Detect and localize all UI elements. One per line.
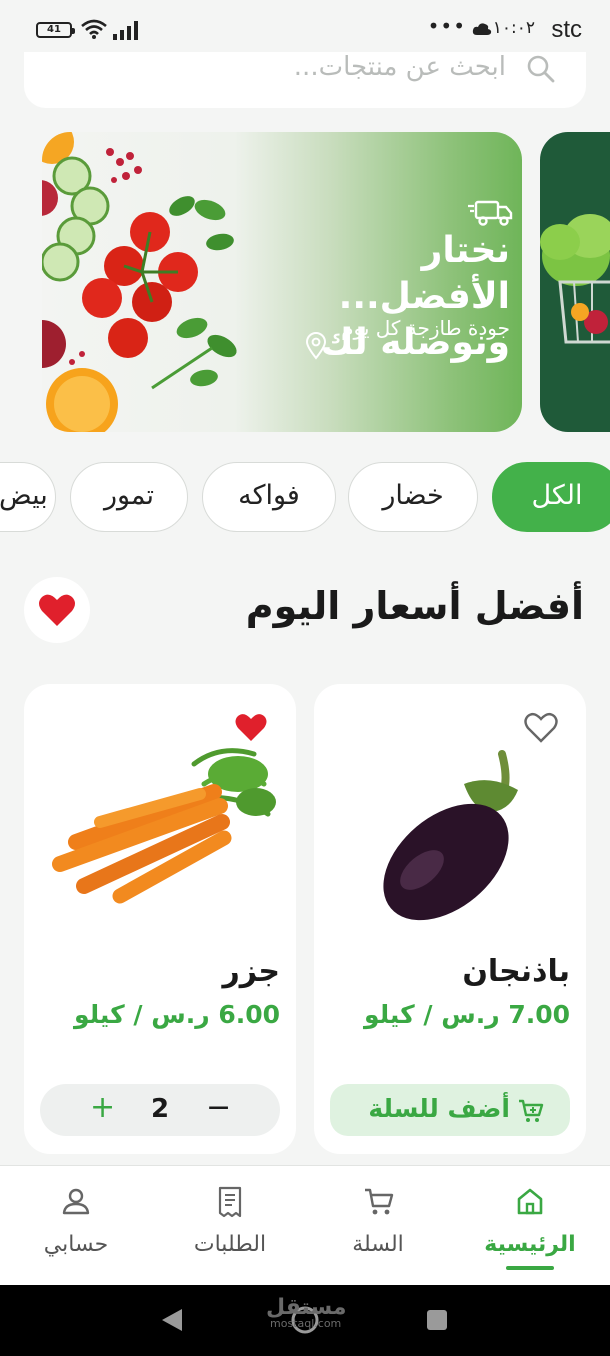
quantity-stepper: + 2 − — [40, 1084, 280, 1136]
category-chip-fruits[interactable]: فواكه — [202, 462, 336, 532]
delivery-truck-icon — [468, 200, 513, 226]
nav-home-label: الرئيسية — [484, 1232, 576, 1257]
vegetables-image — [42, 132, 237, 432]
signal-icon — [113, 21, 138, 40]
system-nav-bar: مستقل mostaql.com — [0, 1285, 610, 1356]
nav-profile-label: حسابي — [43, 1232, 109, 1257]
carrot-image — [52, 748, 276, 904]
cloud-icon — [472, 23, 492, 35]
search-icon — [527, 55, 555, 83]
product-card-carrot[interactable]: جزر 6.00 ر.س / كيلو + 2 − — [24, 684, 296, 1154]
cart-icon — [519, 1099, 544, 1122]
increase-button[interactable]: + — [90, 1090, 115, 1125]
product-card-eggplant[interactable]: باذنجان 7.00 ر.س / كيلو أضف للسلة — [314, 684, 586, 1154]
search-input[interactable]: ابحث عن منتجات... — [294, 52, 506, 82]
category-chips: الكل خضار فواكه تمور بيض — [0, 462, 610, 534]
carrier-name: stc — [551, 16, 582, 43]
heart-icon — [39, 594, 75, 626]
quantity-value: 2 — [150, 1094, 170, 1124]
promo-banner[interactable]: نختار الأفضل... ونوصله لك جودة طازجة كل … — [42, 132, 522, 432]
nav-cart-label: السلة — [352, 1232, 404, 1257]
lettuce-basket-image — [540, 214, 610, 344]
home-icon — [517, 1188, 543, 1215]
watermark-sub: mostaql.com — [270, 1317, 342, 1330]
add-to-cart-label: أضف للسلة — [368, 1094, 510, 1123]
bottom-nav: الرئيسية السلة الطلبات حسابي — [0, 1165, 610, 1285]
category-chip-eggs[interactable]: بيض — [0, 462, 56, 532]
decrease-button[interactable]: − — [206, 1090, 231, 1125]
eggplant-image — [383, 750, 518, 921]
promo-banner-next[interactable] — [540, 132, 610, 432]
back-icon[interactable] — [160, 1307, 184, 1333]
status-dots: ••• — [427, 14, 466, 38]
profile-icon — [62, 1188, 90, 1215]
nav-cart[interactable]: السلة — [302, 1166, 454, 1286]
nav-orders[interactable]: الطلبات — [154, 1166, 306, 1286]
category-chip-all[interactable]: الكل — [492, 462, 610, 532]
product-price: 7.00 ر.س / كيلو — [364, 1000, 570, 1029]
nav-profile[interactable]: حسابي — [0, 1166, 152, 1286]
cart-icon — [365, 1188, 394, 1215]
recents-icon[interactable] — [426, 1309, 448, 1331]
product-name: باذنجان — [462, 954, 570, 989]
favorites-button[interactable] — [24, 577, 90, 643]
location-pin-icon — [305, 332, 327, 360]
search-bar[interactable]: ابحث عن منتجات... — [24, 52, 586, 108]
status-time: ١٠:٠٢ — [492, 18, 535, 38]
nav-home[interactable]: الرئيسية — [454, 1166, 606, 1286]
product-price: 6.00 ر.س / كيلو — [74, 1000, 280, 1029]
product-name: جزر — [222, 954, 280, 989]
orders-icon — [218, 1186, 242, 1218]
app-screen: 41 ••• ١٠:٠٢ stc ابحث عن منتجات... نختار… — [0, 0, 610, 1356]
banner-subtitle: جودة طازجة كل يوم — [341, 316, 510, 340]
category-chip-dates[interactable]: تمور — [70, 462, 188, 532]
category-chip-vegetables[interactable]: خضار — [348, 462, 478, 532]
wifi-icon — [81, 19, 107, 39]
add-to-cart-button[interactable]: أضف للسلة — [330, 1084, 570, 1136]
status-bar: 41 ••• ١٠:٠٢ stc — [0, 0, 610, 52]
banner-title: نختار الأفضل... ونوصله لك — [320, 230, 510, 363]
battery-icon: 41 — [36, 22, 75, 38]
category-chip-eggs-label: بيض — [0, 480, 48, 511]
nav-orders-label: الطلبات — [193, 1232, 267, 1257]
active-indicator — [506, 1266, 554, 1270]
section-title: أفضل أسعار اليوم — [245, 584, 584, 628]
